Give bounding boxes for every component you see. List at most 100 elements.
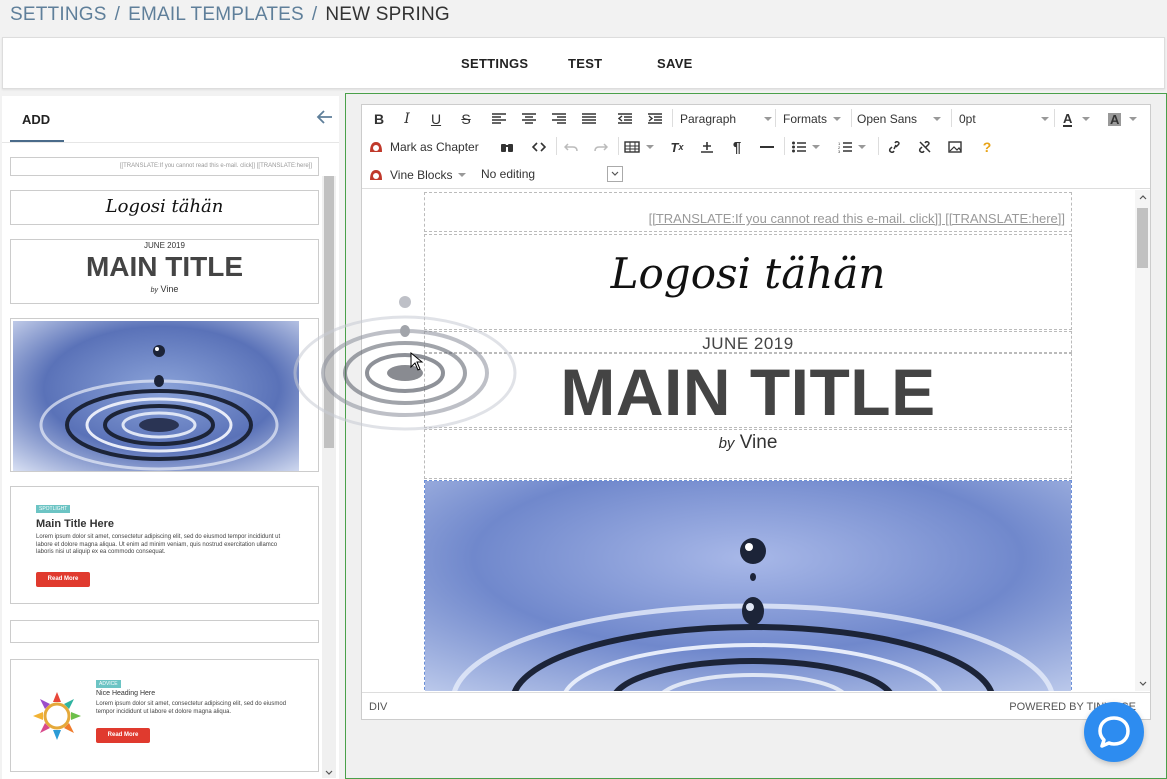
block-image[interactable] bbox=[10, 318, 319, 472]
text-color-button[interactable]: A bbox=[1063, 107, 1099, 131]
numbered-list-dropdown[interactable]: 123 bbox=[838, 135, 874, 159]
strikethrough-icon[interactable]: S bbox=[455, 107, 477, 131]
chevron-down-icon bbox=[607, 166, 623, 182]
clear-formatting-icon[interactable]: Tx bbox=[666, 135, 688, 159]
toolbar-separator bbox=[878, 137, 879, 155]
editor-scrollbar-thumb[interactable] bbox=[1137, 208, 1148, 268]
test-button[interactable]: TEST bbox=[568, 56, 602, 71]
font-family-label: Open Sans bbox=[857, 112, 918, 126]
editing-mode-select[interactable]: No editing bbox=[474, 164, 624, 184]
toolbar-separator bbox=[1054, 109, 1055, 127]
chat-button[interactable] bbox=[1084, 702, 1144, 762]
toolbar-separator bbox=[784, 137, 785, 155]
chevron-up-icon[interactable] bbox=[1139, 194, 1147, 200]
chevron-down-icon bbox=[1129, 117, 1138, 121]
bold-icon[interactable]: B bbox=[368, 107, 390, 131]
block-spotlight-badge: SPOTLIGHT bbox=[36, 505, 71, 513]
numbered-list-icon: 123 bbox=[838, 141, 852, 153]
link-icon[interactable] bbox=[884, 135, 906, 159]
redo-icon[interactable] bbox=[590, 135, 612, 159]
toolbar-separator bbox=[851, 109, 852, 127]
toolbar-separator bbox=[951, 109, 952, 127]
translate-link[interactable]: [[TRANSLATE:If you cannot read this e-ma… bbox=[649, 211, 1065, 226]
editing-mode-value: No editing bbox=[481, 167, 536, 181]
editor-toolbar: B I U S Paragraph Formats Open Sans 0pt … bbox=[362, 105, 1150, 189]
background-color-icon: A bbox=[1108, 111, 1122, 127]
undo-icon[interactable] bbox=[560, 135, 582, 159]
font-family-dropdown[interactable]: Open Sans bbox=[857, 107, 941, 131]
chevron-down-icon bbox=[764, 117, 772, 121]
chevron-down-icon bbox=[812, 145, 820, 149]
block-logo-text: Logosi tähän bbox=[105, 196, 224, 217]
bullet-list-dropdown[interactable] bbox=[792, 135, 828, 159]
settings-button[interactable]: SETTINGS bbox=[461, 56, 528, 71]
breadcrumb-settings[interactable]: SETTINGS bbox=[10, 4, 107, 25]
block-advice[interactable]: ADVICE Nice Heading Here Lorem ipsum dol… bbox=[10, 659, 319, 772]
block-advice-body: Lorem ipsum dolor sit amet, consectetur … bbox=[96, 701, 287, 715]
vine-blocks-dropdown[interactable]: Vine Blocks bbox=[368, 163, 467, 187]
formats-dropdown[interactable]: Formats bbox=[783, 107, 849, 131]
content-block-translate[interactable]: [[TRANSLATE:If you cannot read this e-ma… bbox=[424, 192, 1072, 232]
bullet-list-icon bbox=[792, 141, 806, 153]
drag-ghost-image bbox=[293, 296, 517, 431]
chevron-down-icon bbox=[1041, 117, 1049, 121]
vine-logo-icon bbox=[370, 170, 382, 180]
block-spotlight[interactable]: SPOTLIGHT Main Title Here Lorem ipsum do… bbox=[10, 486, 319, 604]
chevron-down-icon bbox=[1082, 117, 1091, 121]
italic-icon[interactable]: I bbox=[396, 107, 418, 131]
water-drop-image bbox=[425, 481, 1071, 691]
action-bar: SETTINGS TEST SAVE bbox=[2, 37, 1165, 89]
tab-add[interactable]: ADD bbox=[10, 96, 64, 142]
pilcrow-icon[interactable]: ¶ bbox=[726, 135, 748, 159]
save-button[interactable]: SAVE bbox=[657, 56, 693, 71]
mark-as-chapter-label: Mark as Chapter bbox=[390, 140, 479, 154]
arrow-left-icon[interactable] bbox=[315, 107, 335, 127]
toolbar-separator bbox=[618, 137, 619, 155]
breadcrumb-separator: / bbox=[114, 4, 121, 25]
vine-text: Vine bbox=[739, 432, 778, 453]
chevron-down-icon[interactable] bbox=[325, 770, 333, 776]
unlink-icon[interactable] bbox=[914, 135, 936, 159]
block-palette: [[TRANSLATE:If you cannot read this e-ma… bbox=[2, 154, 339, 774]
editor-scrollbar[interactable] bbox=[1135, 190, 1150, 691]
content-block-byline[interactable]: by Vine bbox=[424, 429, 1072, 479]
paragraph-dropdown[interactable]: Paragraph bbox=[680, 107, 772, 131]
horizontal-rule-icon[interactable] bbox=[756, 135, 778, 159]
panel-scrollbar[interactable] bbox=[322, 176, 336, 778]
help-icon[interactable]: ? bbox=[976, 135, 998, 159]
image-icon[interactable] bbox=[944, 135, 966, 159]
block-logo[interactable]: Logosi tähän bbox=[10, 190, 319, 225]
table-dropdown[interactable] bbox=[624, 135, 656, 159]
align-center-icon[interactable] bbox=[518, 107, 540, 131]
element-path[interactable]: DIV bbox=[369, 701, 387, 713]
mark-as-chapter-button[interactable]: Mark as Chapter bbox=[368, 135, 479, 159]
table-icon bbox=[624, 141, 640, 153]
code-icon[interactable] bbox=[528, 135, 550, 159]
block-translate[interactable]: [[TRANSLATE:If you cannot read this e-ma… bbox=[10, 157, 319, 176]
sun-illustration bbox=[33, 692, 81, 740]
tab-divider bbox=[2, 142, 339, 143]
align-right-icon[interactable] bbox=[548, 107, 570, 131]
editor-content[interactable]: [[TRANSLATE:If you cannot read this e-ma… bbox=[362, 190, 1135, 691]
align-left-icon[interactable] bbox=[488, 107, 510, 131]
align-justify-icon[interactable] bbox=[578, 107, 600, 131]
breadcrumb-email-templates[interactable]: EMAIL TEMPLATES bbox=[128, 4, 304, 25]
water-drop-image bbox=[13, 321, 299, 471]
chevron-down-icon[interactable] bbox=[1139, 681, 1147, 687]
underline-icon[interactable]: U bbox=[425, 107, 447, 131]
paragraph-dropdown-label: Paragraph bbox=[680, 112, 737, 126]
block-title[interactable]: JUNE 2019 MAIN TITLE by Vine bbox=[10, 239, 319, 304]
content-block-image[interactable] bbox=[424, 480, 1072, 691]
binoculars-icon[interactable] bbox=[496, 135, 518, 159]
outdent-icon[interactable] bbox=[614, 107, 636, 131]
font-size-dropdown[interactable]: 0pt bbox=[959, 107, 1049, 131]
block-spacer[interactable] bbox=[10, 620, 319, 643]
indent-icon[interactable] bbox=[644, 107, 666, 131]
insert-anchor-icon[interactable] bbox=[696, 135, 718, 159]
block-vine-text: Vine bbox=[160, 284, 179, 294]
block-advice-button: Read More bbox=[96, 728, 150, 743]
background-color-button[interactable]: A bbox=[1108, 107, 1144, 131]
block-by-text: by bbox=[150, 287, 159, 294]
chevron-down-icon bbox=[458, 173, 467, 177]
chevron-down-icon bbox=[646, 145, 654, 149]
